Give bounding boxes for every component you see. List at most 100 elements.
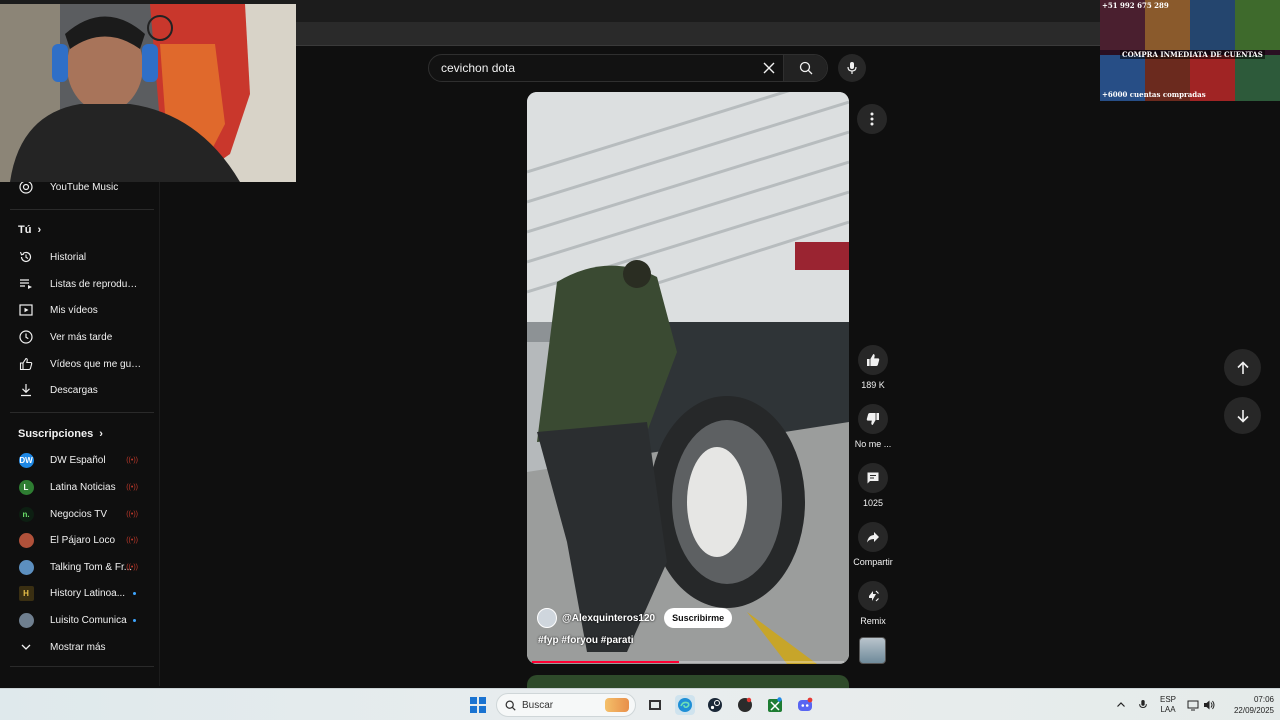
- you-header-label: Tú: [18, 224, 32, 236]
- subscribe-button[interactable]: Suscribirme: [664, 608, 733, 628]
- windows-logo-tile: [470, 706, 477, 713]
- tray-network[interactable]: [1187, 689, 1199, 720]
- app-icon: [738, 697, 752, 712]
- steam-icon: [708, 698, 722, 712]
- chevron-right-icon: ›: [99, 428, 103, 440]
- network-icon: [1187, 700, 1199, 711]
- remix-button[interactable]: [858, 581, 888, 611]
- sidebar-item-watch-later[interactable]: Ver más tarde: [10, 325, 156, 349]
- sidebar-subscription-talking-tom[interactable]: Talking Tom & Fr... ((•)): [10, 555, 156, 579]
- next-short-button[interactable]: [1224, 397, 1261, 434]
- promo-phone: +51 992 675 289: [1102, 1, 1169, 10]
- file-explorer-taskbar-icon[interactable]: [645, 695, 665, 715]
- sidebar-subscriptions-header[interactable]: Suscripciones ›: [18, 428, 103, 440]
- webcam-image: [0, 4, 296, 182]
- language-code: ESP: [1160, 695, 1177, 704]
- comments-button[interactable]: [858, 463, 888, 493]
- channel-avatar: DW: [18, 452, 34, 468]
- chevron-up-icon: [1117, 702, 1125, 707]
- channel-name[interactable]: @Alexquinteros120: [562, 613, 655, 624]
- promo-overlay: +51 992 675 289 COMPRA INMEDIATA DE CUEN…: [1100, 0, 1280, 101]
- search-icon: [799, 61, 812, 75]
- webcam-overlay: [0, 4, 296, 182]
- tray-overflow-button[interactable]: [1116, 689, 1126, 720]
- more-vertical-icon: [870, 112, 874, 126]
- channel-avatar[interactable]: [537, 608, 557, 628]
- sidebar-subscription-dw-espanol[interactable]: DW DW Español ((•)): [10, 448, 156, 472]
- share-action: Compartir: [850, 522, 896, 567]
- subscription-name: Luisito Comunica: [50, 614, 127, 626]
- arrow-up-icon: [1236, 360, 1249, 374]
- sidebar-item-label: Mis vídeos: [50, 304, 98, 316]
- sidebar-subscription-el-pajaro-loco[interactable]: El Pájaro Loco ((•)): [10, 528, 156, 552]
- tray-microphone[interactable]: [1138, 689, 1148, 720]
- arrow-down-icon: [1236, 409, 1249, 423]
- xbox-taskbar-icon[interactable]: [765, 695, 785, 715]
- promo-count: +6000 cuentas compradas: [1102, 90, 1206, 99]
- like-button[interactable]: [858, 345, 888, 375]
- keyboard-layout: LAA: [1160, 705, 1176, 714]
- windows-logo-tile: [470, 697, 477, 704]
- history-icon: [18, 249, 34, 265]
- new-content-dot: [133, 591, 136, 595]
- sidebar-subscription-history-latinoamerica[interactable]: H History Latinoa...: [10, 581, 156, 605]
- video-hashtags[interactable]: #fyp #foryou #parati: [538, 635, 634, 646]
- like-count: 189 K: [861, 380, 885, 390]
- previous-short-button[interactable]: [1224, 349, 1261, 386]
- edge-browser-icon: [678, 698, 692, 712]
- sidebar-item-history[interactable]: Historial: [10, 245, 156, 269]
- thumbs-down-icon: [866, 413, 879, 425]
- sidebar-item-label: Vídeos que me gus...: [50, 358, 142, 370]
- sidebar: YouTube Music Tú › Historial Listas de r…: [0, 176, 160, 686]
- windows-logo-tile: [479, 697, 486, 704]
- video-progress-bar[interactable]: [532, 661, 844, 663]
- sidebar-item-liked-videos[interactable]: Vídeos que me gus...: [10, 352, 156, 376]
- chevron-down-icon: [18, 639, 34, 655]
- voice-search-button[interactable]: [838, 54, 866, 82]
- game-app-taskbar-icon[interactable]: [735, 695, 755, 715]
- dislike-action: No me ...: [850, 404, 896, 449]
- subscriptions-header-label: Suscripciones: [18, 428, 94, 440]
- sidebar-item-playlists[interactable]: Listas de reproducc...: [10, 272, 156, 296]
- language-indicator[interactable]: ESP LAA: [1160, 689, 1176, 720]
- sidebar-item-downloads[interactable]: Descargas: [10, 378, 156, 402]
- clear-search-button[interactable]: [755, 55, 783, 81]
- sidebar-subscription-latina-noticias[interactable]: L Latina Noticias ((•)): [10, 475, 156, 499]
- comment-icon: [867, 472, 879, 484]
- video-icon: [18, 302, 34, 318]
- channel-avatar: L: [18, 479, 34, 495]
- sidebar-subscription-luisito-comunica[interactable]: Luisito Comunica: [10, 608, 156, 632]
- remix-action: Remix: [850, 581, 896, 626]
- sidebar-item-label: Descargas: [50, 384, 98, 396]
- edge-taskbar-icon[interactable]: [675, 695, 695, 715]
- next-short-preview[interactable]: [527, 675, 849, 689]
- search-box: [428, 54, 828, 82]
- thumbs-up-icon: [867, 354, 880, 366]
- share-label: Compartir: [853, 557, 893, 567]
- short-video-player[interactable]: [527, 92, 849, 664]
- microphone-icon: [847, 62, 857, 74]
- steam-taskbar-icon[interactable]: [705, 695, 725, 715]
- share-button[interactable]: [858, 522, 888, 552]
- tray-volume[interactable]: [1203, 689, 1215, 720]
- new-content-dot: [133, 618, 136, 622]
- live-icon: ((•)): [126, 563, 138, 571]
- sidebar-show-more[interactable]: Mostrar más: [10, 635, 156, 659]
- discord-taskbar-icon[interactable]: [795, 695, 815, 715]
- more-options-button[interactable]: [857, 104, 887, 134]
- start-button[interactable]: [470, 697, 486, 713]
- taskbar-search[interactable]: Buscar: [496, 693, 636, 717]
- close-icon: [763, 62, 775, 74]
- sidebar-item-my-videos[interactable]: Mis vídeos: [10, 298, 156, 322]
- search-input[interactable]: [429, 61, 755, 75]
- sidebar-you-header[interactable]: Tú ›: [18, 224, 41, 236]
- search-button[interactable]: [783, 55, 827, 81]
- dislike-button[interactable]: [858, 404, 888, 434]
- channel-avatar: [18, 559, 34, 575]
- sidebar-subscription-negocios-tv[interactable]: n. Negocios TV ((•)): [10, 502, 156, 526]
- sidebar-divider: [10, 412, 154, 413]
- taskbar-clock[interactable]: 07:06 22/09/2025: [1222, 694, 1274, 716]
- remix-label: Remix: [860, 616, 886, 626]
- sidebar-divider: [10, 209, 154, 210]
- sound-thumbnail[interactable]: [859, 637, 886, 664]
